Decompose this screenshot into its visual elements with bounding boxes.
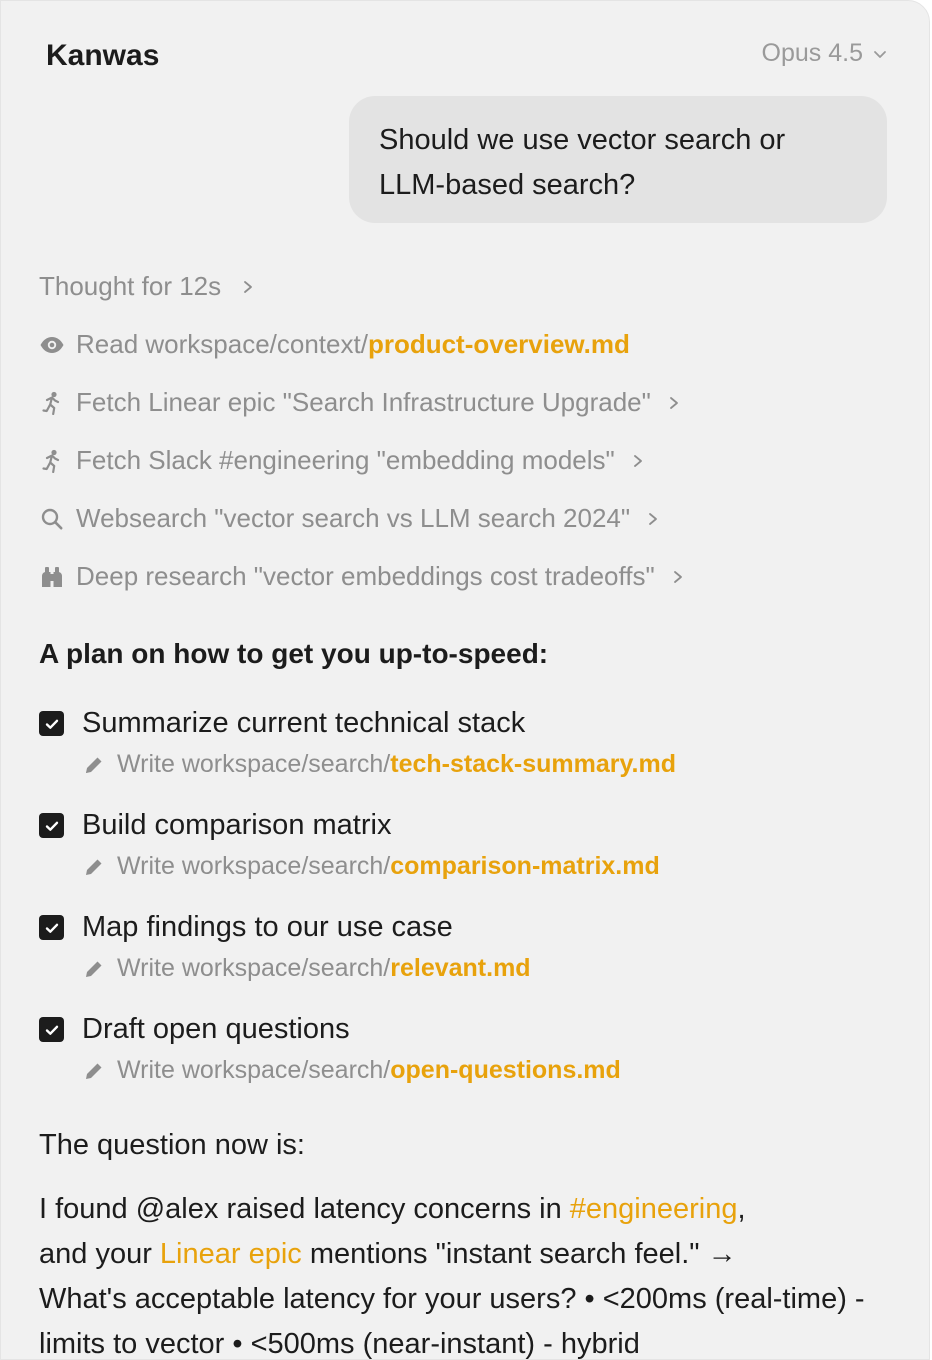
- activity-step-text: Deep research "vector embeddings cost tr…: [76, 561, 655, 591]
- task-label: Build comparison matrix: [82, 809, 392, 841]
- pencil-icon: [86, 1063, 102, 1079]
- task-write-prefix: Write workspace/search/: [117, 852, 391, 880]
- activity-step-text: Fetch Linear epic "Search Infrastructure…: [76, 387, 651, 417]
- slack-channel-link[interactable]: #engineering: [570, 1193, 738, 1225]
- linear-epic-link[interactable]: Linear epic: [160, 1238, 302, 1270]
- answer-text: mentions "instant search feel." →: [301, 1238, 737, 1270]
- user-message-bubble: Should we use vector search or LLM-based…: [349, 96, 887, 223]
- task-write-prefix: Write workspace/search/: [117, 954, 391, 982]
- activity-step-websearch[interactable]: Websearch "vector search vs LLM search 2…: [39, 503, 660, 534]
- activity-step-fetch-slack[interactable]: Fetch Slack #engineering "embedding mode…: [39, 445, 645, 476]
- task-write-prefix: Write workspace/search/: [117, 1056, 391, 1084]
- activity-step-file-link[interactable]: product-overview.md: [368, 329, 630, 360]
- activity-step-deep-research[interactable]: Deep research "vector embeddings cost tr…: [39, 561, 685, 592]
- task-label: Draft open questions: [82, 1013, 350, 1045]
- task-write-prefix: Write workspace/search/: [117, 750, 391, 778]
- chevron-right-icon: [673, 570, 682, 583]
- answer-text: What's acceptable latency for your users…: [39, 1283, 865, 1360]
- task-item: Build comparison matrix Write workspace/…: [39, 809, 660, 881]
- binoculars-icon: [39, 564, 65, 590]
- task-write-step: Write workspace/search/open-questions.md: [83, 1056, 621, 1085]
- task-checkbox[interactable]: [39, 813, 64, 838]
- chevron-down-icon: [874, 50, 886, 58]
- task-write-step: Write workspace/search/relevant.md: [83, 954, 531, 983]
- search-icon: [39, 506, 65, 532]
- chevron-right-icon: [244, 280, 253, 293]
- chevron-right-icon: [669, 396, 678, 409]
- task-write-step: Write workspace/search/comparison-matrix…: [83, 852, 660, 881]
- chevron-right-icon: [649, 512, 658, 525]
- answer-text: ,: [737, 1193, 746, 1225]
- answer-text: I found @alex raised latency concerns in: [39, 1193, 570, 1225]
- task-file-link[interactable]: comparison-matrix.md: [390, 852, 660, 881]
- task-file-link[interactable]: relevant.md: [390, 954, 530, 983]
- activity-step-text: Websearch "vector search vs LLM search 2…: [76, 503, 631, 533]
- checkmark-icon: [45, 821, 58, 831]
- chevron-right-icon: [633, 454, 642, 467]
- activity-step-fetch-linear[interactable]: Fetch Linear epic "Search Infrastructure…: [39, 387, 681, 418]
- pencil-icon: [86, 961, 102, 977]
- checkmark-icon: [45, 923, 58, 933]
- app-title: Kanwas: [46, 39, 160, 72]
- task-item: Map findings to our use case Write works…: [39, 911, 531, 983]
- pencil-icon: [86, 859, 102, 875]
- task-label: Summarize current technical stack: [82, 707, 526, 739]
- runner-icon: [39, 390, 65, 416]
- task-file-link[interactable]: open-questions.md: [390, 1056, 621, 1085]
- task-item: Draft open questions Write workspace/sea…: [39, 1013, 621, 1085]
- thought-label: Thought for 12s: [39, 271, 222, 301]
- checkmark-icon: [45, 719, 58, 729]
- task-checkbox[interactable]: [39, 915, 64, 940]
- assistant-answer: I found @alex raised latency concerns in…: [39, 1187, 899, 1360]
- model-select-label: Opus 4.5: [761, 39, 863, 67]
- model-select[interactable]: Opus 4.5: [762, 39, 889, 68]
- checkmark-icon: [45, 1025, 58, 1035]
- thought-toggle[interactable]: Thought for 12s: [39, 271, 255, 302]
- pencil-icon: [86, 757, 102, 773]
- plan-title: A plan on how to get you up-to-speed:: [39, 638, 549, 669]
- activity-step-read: Read workspace/context/product-overview.…: [39, 329, 630, 360]
- answer-text: and your: [39, 1238, 160, 1270]
- runner-icon: [39, 448, 65, 474]
- task-checkbox[interactable]: [39, 711, 64, 736]
- chat-panel: Kanwas Opus 4.5 Should we use vector sea…: [0, 0, 930, 1360]
- eye-icon: [39, 332, 65, 358]
- task-label: Map findings to our use case: [82, 911, 453, 943]
- task-checkbox[interactable]: [39, 1017, 64, 1042]
- question-heading: The question now is:: [39, 1129, 305, 1161]
- activity-step-prefix: Read workspace/context/: [76, 329, 368, 359]
- activity-step-text: Fetch Slack #engineering "embedding mode…: [76, 445, 615, 475]
- task-item: Summarize current technical stack Write …: [39, 707, 676, 779]
- task-write-step: Write workspace/search/tech-stack-summar…: [83, 750, 676, 779]
- task-file-link[interactable]: tech-stack-summary.md: [390, 750, 676, 779]
